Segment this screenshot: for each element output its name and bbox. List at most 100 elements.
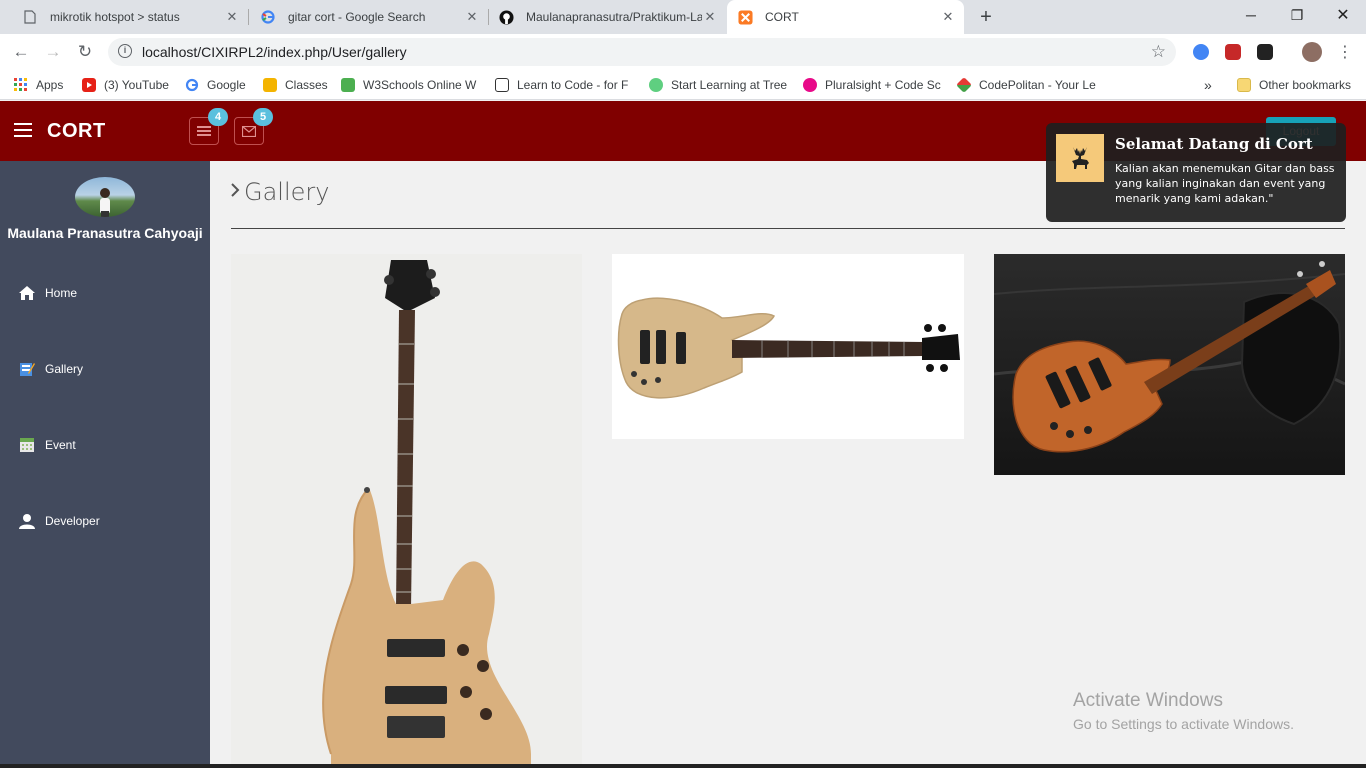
extension-search-icon[interactable]	[1193, 44, 1209, 60]
bookmark-item[interactable]: Classes	[263, 76, 328, 94]
sidebar-item-event[interactable]: Event	[18, 435, 76, 455]
github-icon	[498, 9, 514, 25]
notification-body: Kalian akan menemukan Gitar dan bass yan…	[1115, 162, 1335, 205]
address-bar[interactable]: i localhost/CIXIRPL2/index.php/User/gall…	[108, 38, 1176, 66]
notification-title: Selamat Datang di Cort	[1115, 135, 1313, 153]
gallery-image[interactable]	[612, 254, 964, 439]
sidebar-item-label: Event	[45, 438, 76, 452]
sidebar-item-label: Home	[45, 286, 78, 300]
close-tab-icon[interactable]: ✕	[940, 9, 956, 25]
tab-title: CORT	[765, 10, 799, 24]
sidebar-item-developer[interactable]: Developer	[18, 511, 100, 531]
xampp-icon	[737, 9, 753, 25]
page-title: Gallery	[230, 178, 329, 206]
browser-tab[interactable]: mikrotik hotspot > status ✕	[0, 0, 249, 34]
mail-count-badge: 5	[253, 108, 273, 126]
pluralsight-icon	[803, 78, 817, 92]
browser-tab-active[interactable]: CORT ✕	[727, 0, 964, 34]
folder-icon	[1237, 78, 1251, 92]
bookmark-item[interactable]: Learn to Code - for F	[495, 76, 635, 94]
sidebar-item-label: Developer	[45, 514, 100, 528]
extension-pdf-icon[interactable]	[1225, 44, 1241, 60]
sidebar-item-label: Gallery	[45, 362, 84, 376]
bookmarks-bar: Apps (3) YouTube Google Classes W3School…	[0, 70, 1366, 100]
tab-title: mikrotik hotspot > status	[50, 10, 180, 24]
title-divider	[231, 228, 1345, 229]
chevron-right-icon	[230, 182, 240, 203]
watermark-title: Activate Windows	[1073, 690, 1223, 711]
bookmark-label: Classes	[285, 78, 328, 92]
bookmark-label: Other bookmarks	[1259, 78, 1352, 92]
restore-button[interactable]: ❐	[1274, 0, 1320, 30]
sidebar-item-home[interactable]: Home	[18, 283, 77, 303]
bookmark-item[interactable]: Start Learning at Tree	[649, 76, 789, 94]
browser-tab[interactable]: gitar cort - Google Search ✕	[248, 0, 489, 34]
gallery-icon	[18, 360, 36, 378]
new-tab-button[interactable]: +	[972, 4, 1000, 30]
hamburger-menu-icon[interactable]	[14, 123, 32, 137]
google-icon	[260, 9, 276, 25]
bookmark-item[interactable]: Google	[185, 76, 246, 94]
bookmark-item[interactable]: Apps	[14, 76, 63, 94]
calendar-icon	[18, 436, 36, 454]
bookmark-label: CodePolitan - Your Le	[979, 78, 1096, 92]
bookmark-label: W3Schools Online W	[363, 78, 477, 92]
minimize-button[interactable]: ─	[1228, 0, 1274, 30]
youtube-icon	[82, 78, 96, 92]
menu-dots-icon[interactable]: ⋮	[1332, 40, 1358, 64]
avatar	[75, 177, 135, 217]
treehouse-icon	[649, 78, 663, 92]
tab-title: Maulanapranasutra/Praktikum-La	[526, 10, 702, 24]
tasks-count-badge: 4	[208, 108, 228, 126]
browser-tab-strip: mikrotik hotspot > status ✕ gitar cort -…	[0, 0, 1366, 34]
bookmark-label: Apps	[36, 78, 64, 92]
codepolitan-icon	[957, 77, 972, 93]
taskbar-edge	[0, 764, 1366, 768]
welcome-notification[interactable]: Selamat Datang di Cort Kalian akan menem…	[1046, 123, 1346, 222]
tasks-icon	[197, 126, 211, 136]
reload-button[interactable]: ↻	[72, 40, 98, 64]
gallery-image[interactable]	[231, 254, 582, 768]
url-text[interactable]: localhost/CIXIRPL2/index.php/User/galler…	[142, 44, 407, 60]
deer-icon	[1056, 134, 1104, 182]
w3schools-icon	[341, 78, 355, 92]
bookmark-folder[interactable]: Other bookmarks	[1237, 76, 1351, 94]
freecodecamp-icon	[495, 78, 509, 92]
info-icon[interactable]: i	[118, 44, 132, 58]
activate-windows-watermark: Activate Windows Go to Settings to activ…	[1073, 690, 1294, 732]
close-tab-icon[interactable]: ✕	[464, 9, 480, 25]
close-tab-icon[interactable]: ✕	[224, 9, 240, 25]
close-window-button[interactable]: ✕	[1320, 0, 1366, 30]
bookmark-label: Start Learning at Tree	[671, 78, 788, 92]
page-icon	[22, 9, 38, 25]
sidebar-item-gallery[interactable]: Gallery	[18, 359, 83, 379]
brand-logo[interactable]: CORT	[47, 120, 106, 143]
extension-notification-icon[interactable]	[1257, 44, 1273, 60]
browser-tab[interactable]: Maulanapranasutra/Praktikum-La ✕	[488, 0, 726, 34]
bookmark-star-icon[interactable]: ☆	[1151, 42, 1166, 62]
bookmark-item[interactable]: (3) YouTube	[82, 76, 169, 94]
bookmark-label: (3) YouTube	[104, 78, 169, 92]
bookmark-item[interactable]: Pluralsight + Code Sc	[803, 76, 943, 94]
mail-icon	[242, 125, 256, 137]
apps-grid-icon	[14, 78, 28, 92]
page-title-text: Gallery	[244, 178, 330, 206]
classroom-icon	[263, 78, 277, 92]
bookmarks-overflow-button[interactable]: »	[1204, 76, 1212, 94]
user-icon	[18, 512, 36, 530]
bookmark-item[interactable]: W3Schools Online W	[341, 76, 481, 94]
tab-title: gitar cort - Google Search	[288, 10, 426, 24]
profile-avatar[interactable]	[1302, 42, 1322, 62]
google-icon	[185, 78, 199, 92]
home-icon	[18, 284, 36, 302]
watermark-subtitle: Go to Settings to activate Windows.	[1073, 716, 1294, 732]
bookmark-item[interactable]: CodePolitan - Your Le	[957, 76, 1097, 94]
username: Maulana Pranasutra Cahyoaji	[7, 225, 203, 241]
bookmark-label: Learn to Code - for F	[517, 78, 629, 92]
close-tab-icon[interactable]: ✕	[702, 9, 718, 25]
gallery-image[interactable]	[994, 254, 1345, 475]
forward-button[interactable]: →	[40, 40, 66, 64]
sidebar: Maulana Pranasutra Cahyoaji Home Gallery…	[0, 161, 210, 768]
browser-toolbar: ← → ↻ i localhost/CIXIRPL2/index.php/Use…	[0, 34, 1366, 70]
back-button[interactable]: ←	[8, 40, 34, 64]
